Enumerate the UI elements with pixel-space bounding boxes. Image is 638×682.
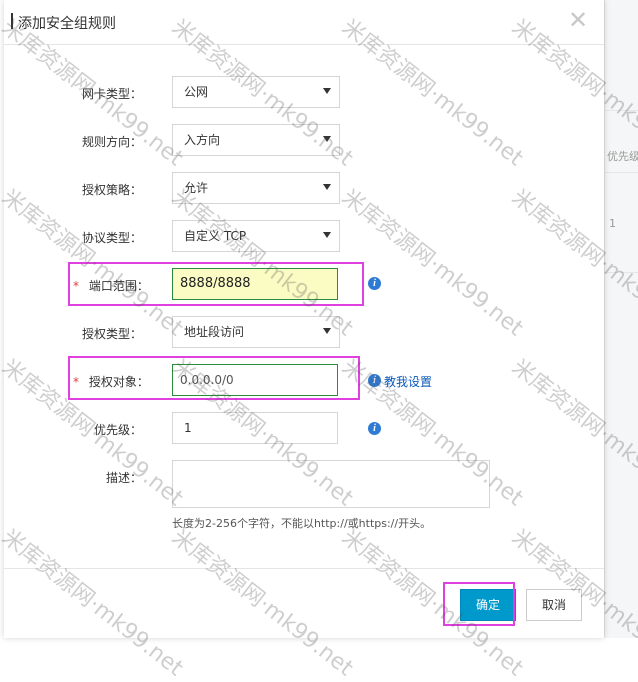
teach-me-link[interactable]: 教我设置 xyxy=(384,373,432,390)
priority-value: 1 xyxy=(184,421,192,435)
add-security-group-rule-dialog: 添加安全组规则 ✕ 网卡类型： 公网 规则方向： 入方向 授权策略： 允许 协议… xyxy=(4,0,604,638)
description-help-text: 长度为2-256个字符，不能以http://或https://开头。 xyxy=(172,517,432,530)
required-asterisk: * xyxy=(73,375,79,389)
nic-type-value: 公网 xyxy=(184,85,209,99)
confirm-button[interactable]: 确定 xyxy=(460,589,516,621)
auth-type-select[interactable]: 地址段访问 xyxy=(172,316,340,348)
protocol-label: 协议类型： xyxy=(82,231,143,245)
chevron-down-icon xyxy=(323,88,331,94)
auth-object-label-wrap: * 授权对象： xyxy=(73,373,149,390)
background-divider xyxy=(604,172,638,173)
title-accent-bar xyxy=(11,13,13,29)
nic-type-select[interactable]: 公网 xyxy=(172,76,340,108)
background-column-header: 优先级 xyxy=(607,150,638,163)
port-range-value: 8888/8888 xyxy=(180,276,251,291)
port-range-input[interactable]: 8888/8888 xyxy=(172,268,338,300)
port-range-label: 端口范围： xyxy=(88,279,149,293)
required-asterisk: * xyxy=(73,279,79,293)
dialog-title: 添加安全组规则 xyxy=(18,16,116,32)
auth-type-label: 授权类型： xyxy=(82,327,143,341)
priority-label: 优先级： xyxy=(94,423,143,437)
nic-type-label: 网卡类型： xyxy=(82,87,143,101)
protocol-select[interactable]: 自定义 TCP xyxy=(172,220,340,252)
policy-value: 允许 xyxy=(184,181,209,195)
policy-label: 授权策略： xyxy=(82,183,143,197)
background-cell-priority: 1 xyxy=(609,217,616,230)
description-textarea[interactable] xyxy=(172,460,490,508)
footer-divider xyxy=(4,568,604,569)
auth-object-value: 0.0.0.0/0 xyxy=(180,373,234,387)
auth-object-label: 授权对象： xyxy=(88,375,149,389)
priority-input[interactable]: 1 xyxy=(172,412,338,444)
chevron-down-icon xyxy=(323,232,331,238)
chevron-down-icon xyxy=(323,328,331,334)
direction-select[interactable]: 入方向 xyxy=(172,124,340,156)
background-table xyxy=(604,0,638,638)
auth-type-value: 地址段访问 xyxy=(184,325,245,339)
chevron-down-icon xyxy=(323,184,331,190)
info-icon[interactable]: i xyxy=(368,422,381,435)
direction-label: 规则方向： xyxy=(82,135,143,149)
dialog-header: 添加安全组规则 ✕ xyxy=(4,0,604,45)
info-icon[interactable]: i xyxy=(368,277,381,290)
chevron-down-icon xyxy=(323,136,331,142)
close-icon[interactable]: ✕ xyxy=(566,8,590,32)
auth-object-input[interactable]: 0.0.0.0/0 xyxy=(172,364,338,396)
policy-select[interactable]: 允许 xyxy=(172,172,340,204)
info-icon[interactable]: i xyxy=(368,374,381,387)
port-range-label-wrap: * 端口范围： xyxy=(73,277,149,294)
description-label: 描述： xyxy=(106,471,143,485)
background-divider xyxy=(604,272,638,273)
protocol-value: 自定义 TCP xyxy=(184,229,247,243)
cancel-button[interactable]: 取消 xyxy=(526,589,582,621)
direction-value: 入方向 xyxy=(184,133,221,147)
background-divider xyxy=(604,110,638,111)
